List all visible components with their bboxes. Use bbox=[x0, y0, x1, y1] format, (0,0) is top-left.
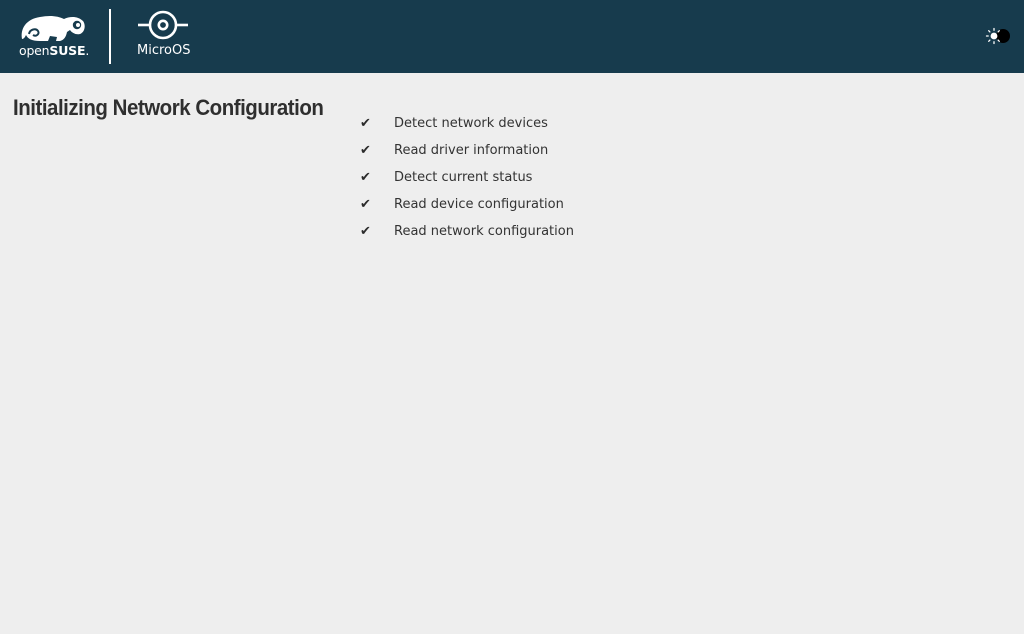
check-icon: ✔ bbox=[360, 142, 371, 157]
product-name: MicroOS bbox=[137, 43, 191, 58]
check-icon: ✔ bbox=[360, 169, 371, 184]
microos-logo: MicroOS bbox=[130, 9, 196, 61]
top-bar: openSUSE. MicroOS bbox=[0, 0, 1024, 73]
brand-suffix: SUSE bbox=[49, 43, 86, 58]
check-icon: ✔ bbox=[360, 115, 371, 130]
opensuse-logo: openSUSE. bbox=[18, 13, 90, 59]
check-icon: ✔ bbox=[360, 223, 371, 238]
check-icon: ✔ bbox=[360, 196, 371, 211]
theme-toggle-button[interactable] bbox=[985, 27, 1011, 45]
step-label: Detect current status bbox=[394, 170, 533, 185]
chameleon-icon bbox=[21, 15, 85, 41]
sun-moon-toggle-icon bbox=[985, 27, 1010, 45]
brand-mark: . bbox=[85, 43, 90, 58]
brand-prefix: open bbox=[19, 43, 50, 58]
step-label: Detect network devices bbox=[394, 116, 548, 131]
logo-divider bbox=[109, 9, 111, 64]
page-title: Initializing Network Configuration bbox=[13, 95, 324, 120]
step-label: Read driver information bbox=[394, 143, 549, 158]
step-label: Read network configuration bbox=[394, 224, 574, 239]
step-label: Read device configuration bbox=[394, 197, 564, 212]
microos-icon bbox=[138, 10, 188, 40]
